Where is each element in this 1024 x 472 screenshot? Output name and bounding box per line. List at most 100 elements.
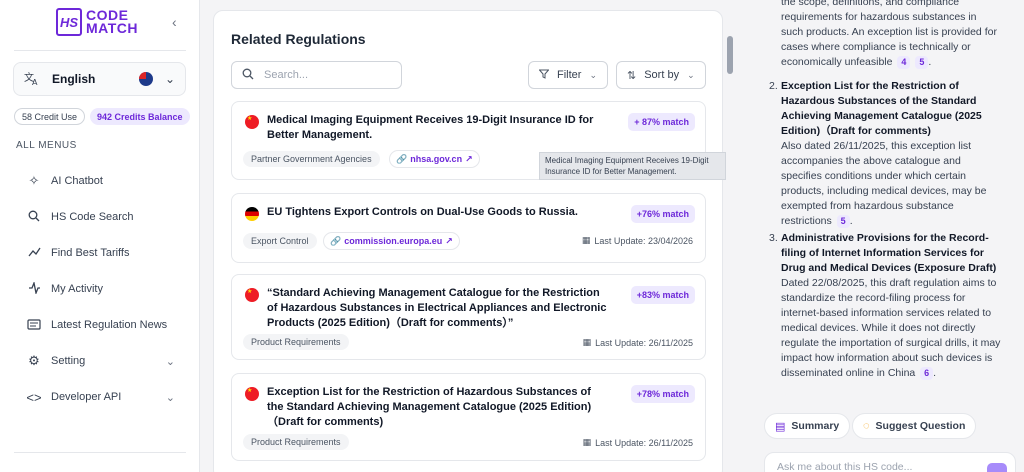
collapse-sidebar-icon[interactable]: ‹ xyxy=(172,14,177,30)
flag-icon xyxy=(138,72,153,86)
list-item-body: Also dated 26/11/2025, this exception li… xyxy=(781,140,987,227)
search-box xyxy=(231,61,402,89)
menu-heading: ALL MENUS xyxy=(16,140,77,151)
category-tag: Partner Government Agencies xyxy=(243,151,380,167)
china-flag-icon xyxy=(245,288,259,302)
chat-intro: the scope, definitions, and compliance r… xyxy=(781,0,1001,70)
sidebar-item-ai-chatbot[interactable]: ✧ AI Chatbot xyxy=(25,171,175,191)
link-icon: 🔗 xyxy=(330,235,342,246)
activity-icon xyxy=(25,280,43,297)
card-title[interactable]: “Standard Achieving Management Catalogue… xyxy=(267,286,607,331)
search-icon xyxy=(242,68,254,83)
sidebar-item-label: My Activity xyxy=(51,283,103,295)
svg-text:A: A xyxy=(32,78,38,86)
match-badge: +83% match xyxy=(630,286,695,304)
match-badge: + 87% match xyxy=(628,113,695,131)
sidebar: HS CODE MATCH ‹ 文A English ⌄ 58 Credit U… xyxy=(0,0,200,472)
calendar-icon: ▦ xyxy=(582,437,592,447)
title-tooltip: Medical Imaging Equipment Receives 19-Di… xyxy=(539,152,726,180)
sidebar-item-my-activity[interactable]: My Activity xyxy=(25,279,175,299)
send-button[interactable] xyxy=(987,463,1007,472)
credit-balance-badge: 942 Credits Balance xyxy=(90,108,190,125)
sidebar-item-setting[interactable]: ⚙ Setting ⌄ xyxy=(25,351,175,371)
citation-badge[interactable]: 5 xyxy=(915,56,929,69)
divider xyxy=(14,452,186,453)
list-number: 2. xyxy=(769,80,778,92)
last-update-text: Last Update: 23/04/2026 xyxy=(594,235,693,246)
list-item-body: Dated 22/08/2025, this draft regulation … xyxy=(781,277,1001,379)
external-link-icon: ↗ xyxy=(445,235,453,246)
panel-title: Related Regulations xyxy=(231,31,366,47)
suggest-question-button[interactable]: ◌ Suggest Question xyxy=(852,413,977,439)
regulation-card[interactable]: EU Tightens Export Controls on Dual-Use … xyxy=(231,193,706,263)
sidebar-item-label: Developer API xyxy=(51,391,122,403)
search-icon xyxy=(25,210,43,225)
list-item-title: Exception List for the Restriction of Ha… xyxy=(781,80,982,137)
category-tag: Export Control xyxy=(243,233,317,249)
sort-icon: ⇅ xyxy=(627,69,637,82)
sidebar-item-latest-regulation-news[interactable]: Latest Regulation News xyxy=(25,315,175,335)
sidebar-item-developer-api[interactable]: <> Developer API ⌄ xyxy=(25,387,175,407)
sparkle-icon: ✧ xyxy=(28,173,40,188)
translate-icon: 文A xyxy=(24,70,44,89)
gear-icon: ⚙ xyxy=(28,353,40,368)
search-input[interactable] xyxy=(264,69,384,81)
category-tag: Product Requirements xyxy=(243,334,349,350)
list-number: 3. xyxy=(769,232,778,244)
category-tag: Product Requirements xyxy=(243,434,349,450)
sidebar-item-label: Setting xyxy=(51,355,86,367)
source-link-text: commission.europa.eu xyxy=(344,236,443,246)
sidebar-item-label: Find Best Tariffs xyxy=(51,247,130,259)
last-update-text: Last Update: 26/11/2025 xyxy=(595,337,693,348)
calendar-icon: ▦ xyxy=(582,337,592,347)
germany-flag-icon xyxy=(245,207,259,221)
chevron-down-icon: ⌄ xyxy=(687,69,695,80)
chevron-down-icon: ⌄ xyxy=(164,72,175,86)
language-selector[interactable]: 文A English ⌄ xyxy=(13,62,186,96)
chat-intro-text: the scope, definitions, and compliance r… xyxy=(781,0,997,68)
citation-badge[interactable]: 5 xyxy=(836,215,850,228)
logo[interactable]: HS CODE MATCH xyxy=(56,8,138,36)
source-link[interactable]: 🔗 nhsa.gov.cn ↗ xyxy=(389,150,480,168)
chat-panel: the scope, definitions, and compliance r… xyxy=(744,0,1024,472)
calendar-icon: ▦ xyxy=(581,235,591,245)
citation-badge[interactable]: 4 xyxy=(897,56,911,69)
credit-use-badge: 58 Credit Use xyxy=(14,108,86,125)
card-title[interactable]: Exception List for the Restriction of Ha… xyxy=(267,385,607,430)
match-badge: +78% match xyxy=(630,385,695,403)
source-link-text: nhsa.gov.cn xyxy=(410,154,463,164)
chevron-down-icon: ⌄ xyxy=(165,391,175,404)
sidebar-item-hs-code-search[interactable]: HS Code Search xyxy=(25,207,175,227)
external-link-icon: ↗ xyxy=(465,153,473,164)
filter-button[interactable]: Filter ⌄ xyxy=(528,61,608,89)
card-title[interactable]: EU Tightens Export Controls on Dual-Use … xyxy=(267,205,607,220)
last-update: ▦ Last Update: 26/11/2025 xyxy=(583,437,693,448)
regulation-card[interactable]: “Standard Achieving Management Catalogue… xyxy=(231,274,706,360)
list-item-title: Administrative Provisions for the Record… xyxy=(781,232,997,274)
last-update: ▦ Last Update: 23/04/2026 xyxy=(582,235,693,246)
news-icon xyxy=(25,318,43,333)
language-label: English xyxy=(52,72,96,86)
lightbulb-icon: ◌ xyxy=(863,420,870,432)
suggest-question-label: Suggest Question xyxy=(875,420,966,432)
sort-button[interactable]: ⇅ Sort by ⌄ xyxy=(616,61,706,89)
summary-button[interactable]: ▤ Summary xyxy=(764,413,851,439)
sidebar-item-find-best-tariffs[interactable]: Find Best Tariffs xyxy=(25,243,175,263)
regulation-card[interactable]: Exception List for the Restriction of Ha… xyxy=(231,373,706,461)
code-icon: <> xyxy=(26,389,42,405)
match-badge: +76% match xyxy=(630,205,695,223)
card-title[interactable]: Medical Imaging Equipment Receives 19-Di… xyxy=(267,113,607,143)
citation-badge[interactable]: 6 xyxy=(920,367,934,380)
logo-text-line2: MATCH xyxy=(86,20,139,36)
sort-label: Sort by xyxy=(644,69,680,81)
logo-mark: HS xyxy=(56,8,82,36)
filter-icon xyxy=(538,69,550,82)
sidebar-item-label: AI Chatbot xyxy=(51,175,103,187)
scrollbar[interactable] xyxy=(727,36,733,74)
filter-label: Filter xyxy=(557,69,582,81)
chat-input[interactable] xyxy=(777,461,977,472)
china-flag-icon xyxy=(245,115,259,129)
chat-input-box xyxy=(764,452,1016,472)
last-update-text: Last Update: 26/11/2025 xyxy=(595,437,693,448)
source-link[interactable]: 🔗 commission.europa.eu ↗ xyxy=(323,232,460,250)
